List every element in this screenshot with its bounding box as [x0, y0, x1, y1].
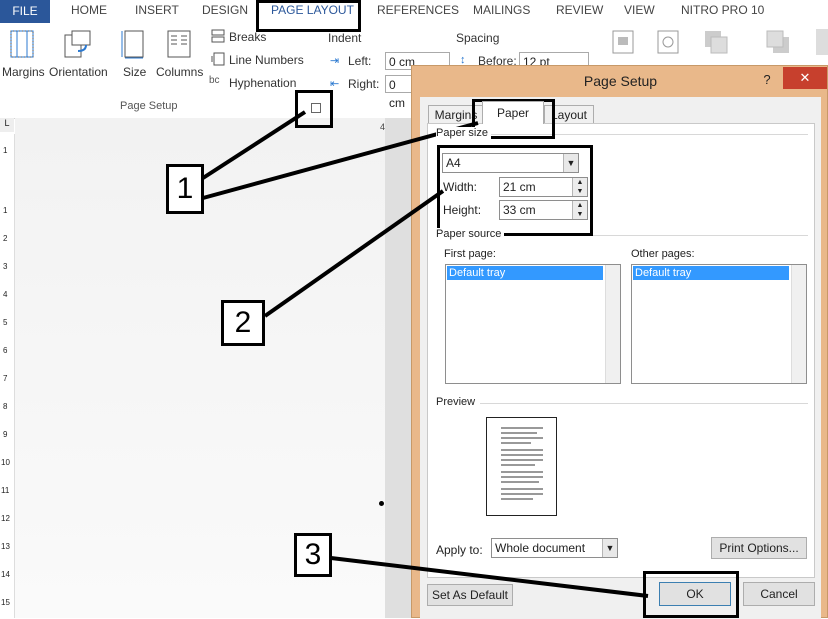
arrow-1a — [201, 110, 307, 180]
paper-source-label: Paper source — [436, 228, 505, 240]
callout-1: 1 — [166, 164, 204, 214]
preview-label: Preview — [436, 396, 479, 408]
arrow-2 — [263, 189, 445, 318]
tab-paper[interactable]: Paper — [482, 101, 544, 124]
callout-2: 2 — [221, 300, 265, 346]
callout-3: 3 — [294, 533, 332, 577]
annotation-arrows — [201, 110, 649, 598]
arrow-3 — [330, 556, 649, 598]
paper-size-label: Paper size — [436, 127, 491, 139]
